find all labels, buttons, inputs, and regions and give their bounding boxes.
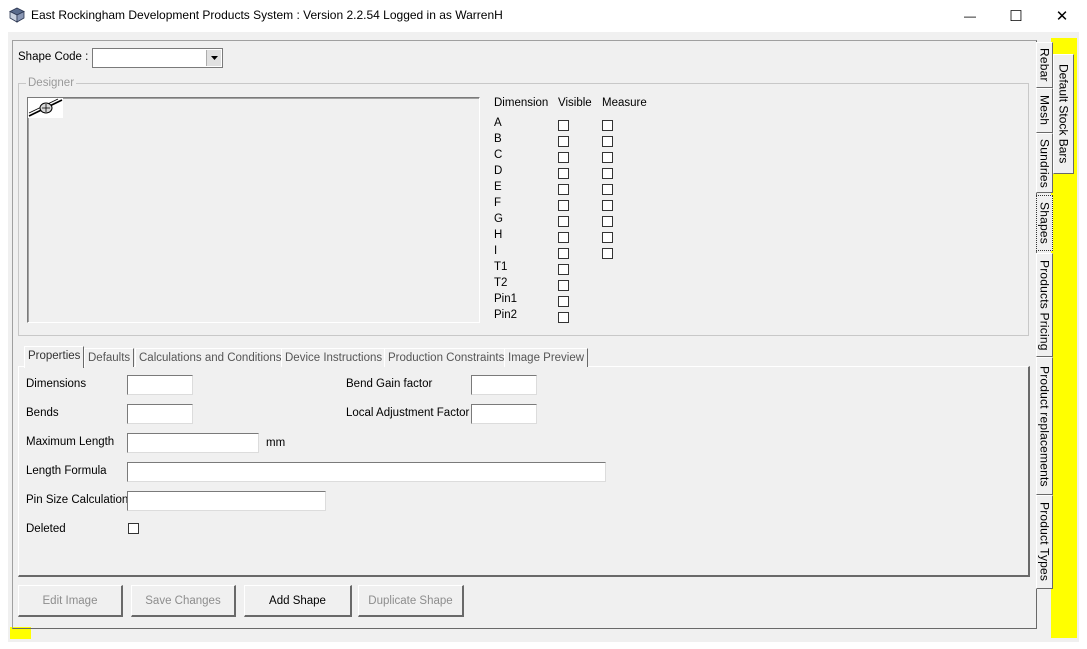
save-changes-button[interactable]: Save Changes <box>131 585 236 617</box>
visible-checkbox[interactable] <box>558 296 569 307</box>
measure-header: Measure <box>602 97 647 109</box>
pin-size-calculation-input[interactable] <box>127 491 326 511</box>
visible-checkbox[interactable] <box>558 264 569 275</box>
tab-product-replacements-label: Product replacements <box>1037 365 1052 487</box>
chevron-down-icon <box>210 56 218 60</box>
tab-products-pricing-label: Products Pricing <box>1037 259 1052 351</box>
visible-checkbox[interactable] <box>558 200 569 211</box>
tab-image-preview[interactable]: Image Preview <box>504 348 589 367</box>
tab-sundries-label: Sundries <box>1037 138 1052 188</box>
visible-checkbox[interactable] <box>558 152 569 163</box>
tab-rebar[interactable]: Rebar <box>1036 42 1053 88</box>
close-icon: ✕ <box>1055 8 1069 25</box>
dimension-label: T1 <box>494 261 508 273</box>
visible-checkbox[interactable] <box>558 280 569 291</box>
edit-image-button[interactable]: Edit Image <box>18 585 123 617</box>
maximum-length-label: Maximum Length <box>26 436 115 448</box>
visible-checkbox[interactable] <box>558 168 569 179</box>
dimensions-input[interactable] <box>127 375 193 395</box>
maximize-icon: ☐ <box>1009 8 1023 25</box>
measure-checkbox[interactable] <box>602 216 613 227</box>
visible-checkbox[interactable] <box>558 216 569 227</box>
local-adjustment-factor-label: Local Adjustment Factor <box>346 407 470 419</box>
measure-checkbox[interactable] <box>602 168 613 179</box>
measure-checkbox[interactable] <box>602 232 613 243</box>
bends-input[interactable] <box>127 404 193 424</box>
duplicate-shape-button[interactable]: Duplicate Shape <box>358 585 464 617</box>
tab-defaults[interactable]: Defaults <box>84 348 135 367</box>
window-title: East Rockingham Development Products Sys… <box>31 8 503 22</box>
tab-mesh[interactable]: Mesh <box>1036 88 1053 133</box>
dimension-header: Dimension <box>494 97 549 109</box>
add-shape-button[interactable]: Add Shape <box>244 585 352 617</box>
tab-product-types-label: Product Types <box>1037 502 1052 582</box>
tab-default-stock-bars-label: Default Stock Bars <box>1056 64 1071 164</box>
dimension-label: Pin2 <box>494 309 518 321</box>
dimension-label: T2 <box>494 277 508 289</box>
tab-sundries[interactable]: Sundries <box>1036 133 1053 193</box>
shape-code-label: Shape Code : <box>18 51 89 63</box>
dimension-label: I <box>494 245 498 257</box>
designer-group-title: Designer <box>26 77 77 89</box>
measure-checkbox[interactable] <box>602 120 613 131</box>
visible-checkbox[interactable] <box>558 312 569 323</box>
visible-checkbox[interactable] <box>558 232 569 243</box>
length-formula-label: Length Formula <box>26 465 107 477</box>
measure-checkbox[interactable] <box>602 248 613 259</box>
tab-product-replacements[interactable]: Product replacements <box>1036 357 1053 495</box>
close-window-button[interactable]: ✕ <box>1039 0 1085 32</box>
maximum-length-input[interactable] <box>127 433 259 453</box>
visible-checkbox[interactable] <box>558 136 569 147</box>
tab-mesh-label: Mesh <box>1037 95 1052 126</box>
dimension-label: G <box>494 213 503 225</box>
maximize-button[interactable]: ☐ <box>993 0 1039 32</box>
tab-rebar-label: Rebar <box>1037 48 1052 82</box>
draw-tool-icon <box>28 98 63 118</box>
minimize-button[interactable]: — <box>947 0 993 32</box>
dimension-label: C <box>494 149 503 161</box>
dropdown-arrow-button[interactable] <box>206 50 221 66</box>
tab-shapes[interactable]: Shapes <box>1036 195 1053 251</box>
tab-default-stock-bars[interactable]: Default Stock Bars <box>1053 54 1074 174</box>
dimension-label: D <box>494 165 503 177</box>
tab-properties[interactable]: Properties <box>24 346 85 368</box>
bend-gain-factor-input[interactable] <box>471 375 537 395</box>
visible-checkbox[interactable] <box>558 120 569 131</box>
local-adjustment-factor-input[interactable] <box>471 404 537 424</box>
bend-gain-factor-label: Bend Gain factor <box>346 378 433 390</box>
visible-checkbox[interactable] <box>558 184 569 195</box>
bends-label: Bends <box>26 407 59 419</box>
dimension-label: Pin1 <box>494 293 518 305</box>
tab-device-instructions[interactable]: Device Instructions <box>281 348 387 367</box>
tab-products-pricing[interactable]: Products Pricing <box>1036 253 1053 357</box>
visible-header: Visible <box>558 97 592 109</box>
dimensions-label: Dimensions <box>26 378 87 390</box>
dimension-label: A <box>494 117 502 129</box>
tab-shapes-label: Shapes <box>1037 202 1052 244</box>
dimension-label: F <box>494 197 502 209</box>
app-logo-icon <box>9 7 25 23</box>
maximum-length-unit: mm <box>266 437 286 449</box>
deleted-label: Deleted <box>26 523 66 535</box>
tab-calculations-and-conditions[interactable]: Calculations and Conditions <box>135 348 286 367</box>
measure-checkbox[interactable] <box>602 136 613 147</box>
length-formula-input[interactable] <box>127 462 606 482</box>
measure-checkbox[interactable] <box>602 152 613 163</box>
minimize-icon: — <box>964 9 976 23</box>
pin-size-calculation-label: Pin Size Calculation <box>26 494 129 506</box>
measure-checkbox[interactable] <box>602 184 613 195</box>
visible-checkbox[interactable] <box>558 248 569 259</box>
shape-code-dropdown[interactable] <box>92 48 223 68</box>
background-strip <box>0 642 1087 649</box>
dimension-label: E <box>494 181 502 193</box>
title-bar: East Rockingham Development Products Sys… <box>0 0 1087 32</box>
tab-production-constraints[interactable]: Production Constraints <box>384 348 509 367</box>
deleted-checkbox[interactable] <box>128 523 139 534</box>
measure-checkbox[interactable] <box>602 200 613 211</box>
designer-canvas[interactable] <box>27 97 480 323</box>
tab-product-types[interactable]: Product Types <box>1036 495 1053 589</box>
dimension-label: B <box>494 133 502 145</box>
dimension-label: H <box>494 229 503 241</box>
